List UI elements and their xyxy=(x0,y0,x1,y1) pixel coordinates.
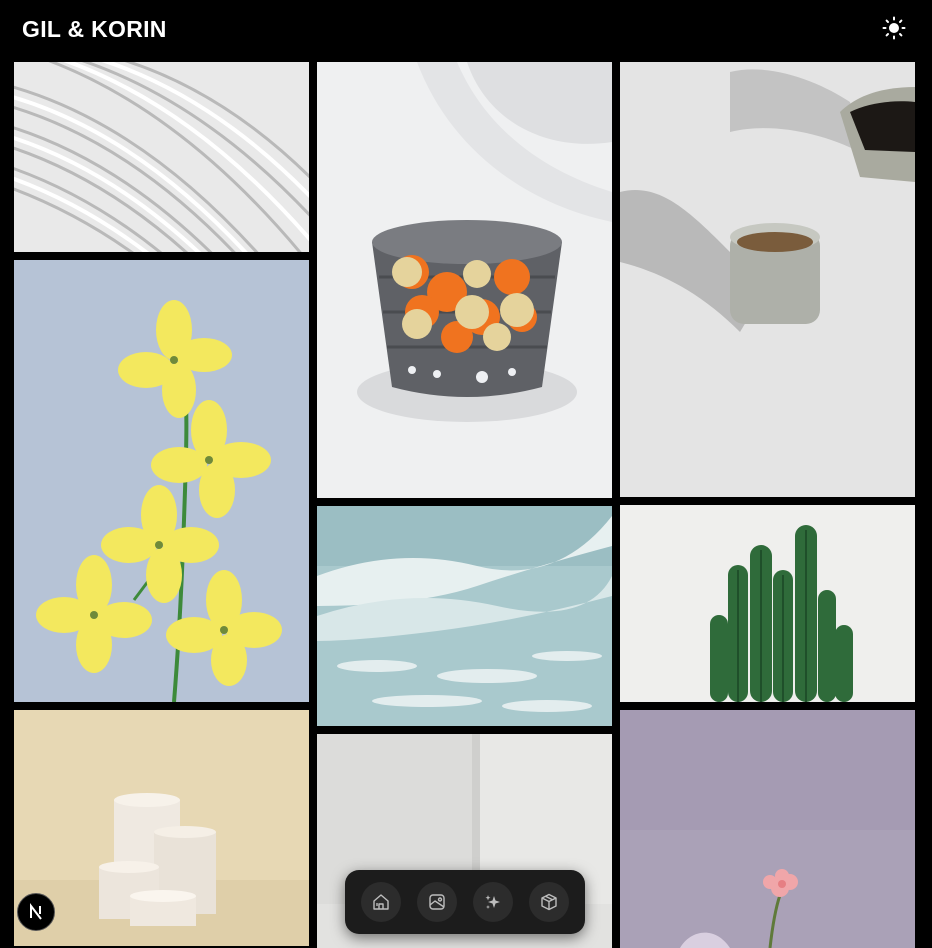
photo-orange-basket[interactable] xyxy=(317,62,612,498)
photo-white-architecture[interactable] xyxy=(14,62,309,252)
bottom-dock xyxy=(345,870,585,934)
photo-white-pedestals[interactable] xyxy=(14,710,309,946)
photo-cactus[interactable] xyxy=(620,505,915,702)
photo-pink-flower[interactable] xyxy=(620,710,915,948)
photo-ocean-waves[interactable] xyxy=(317,506,612,726)
sun-icon xyxy=(882,16,906,40)
n-logo-icon xyxy=(30,903,42,920)
header: GIL & KORIN xyxy=(0,0,932,60)
box-icon xyxy=(541,893,557,911)
dock-box-button[interactable] xyxy=(529,882,569,922)
photo-coffee-cup[interactable] xyxy=(620,62,915,497)
image-icon xyxy=(429,894,445,910)
dock-image-button[interactable] xyxy=(417,882,457,922)
theme-toggle-button[interactable] xyxy=(880,14,908,42)
photo-yellow-flowers[interactable] xyxy=(14,260,309,702)
brand-title[interactable]: GIL & KORIN xyxy=(22,16,167,43)
next-badge[interactable] xyxy=(17,893,55,931)
sparkles-icon xyxy=(485,895,500,909)
home-icon xyxy=(373,894,389,910)
dock-home-button[interactable] xyxy=(361,882,401,922)
dock-sparkles-button[interactable] xyxy=(473,882,513,922)
